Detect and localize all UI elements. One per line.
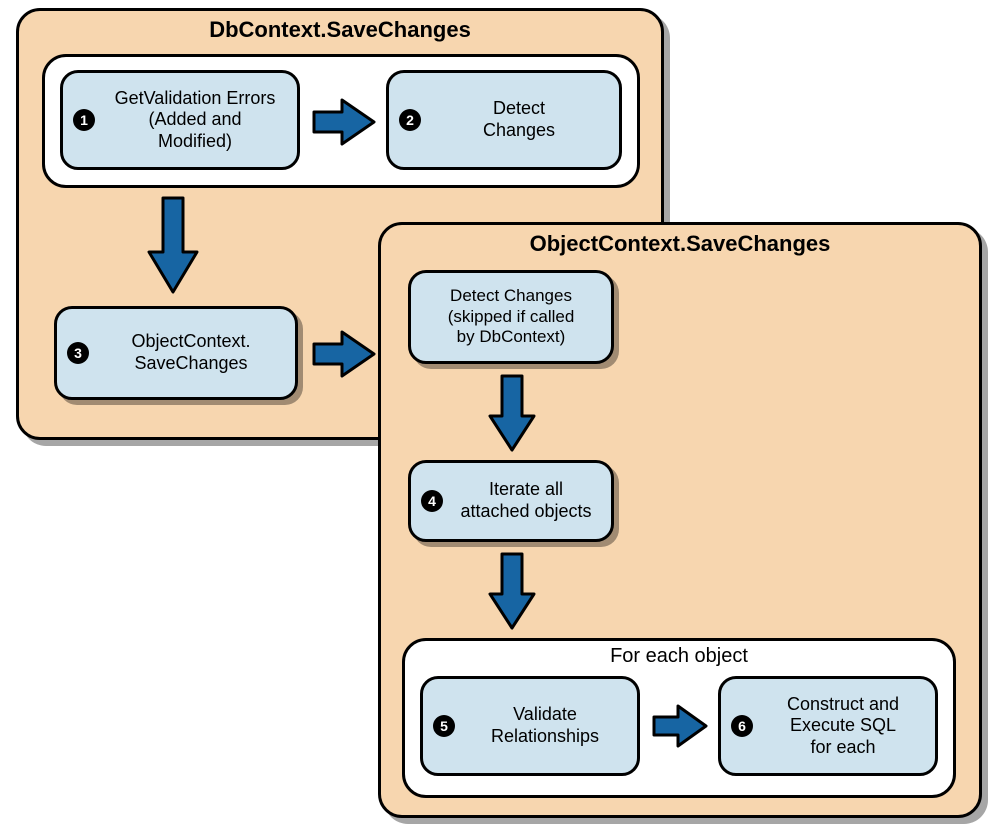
step-2-detectchanges: 2 Detect Changes [386, 70, 622, 170]
step-4-text: Iterate all attached objects [451, 473, 611, 528]
step-1-badge: 1 [73, 109, 95, 131]
step-1-getvalidationerrors: 1 GetValidation Errors (Added and Modifi… [60, 70, 300, 170]
step-6-badge: 6 [731, 715, 753, 737]
arrow-right-icon [652, 704, 708, 748]
step-4-iterate-attached: 4 Iterate all attached objects [408, 460, 614, 542]
arrow-right-icon [312, 98, 376, 146]
arrow-down-icon [488, 552, 536, 630]
panel-dbcontext-title: DbContext.SaveChanges [19, 11, 661, 43]
step-4-badge: 4 [421, 490, 443, 512]
step-5-badge: 5 [433, 715, 455, 737]
step-5-validate-relationships: 5 Validate Relationships [420, 676, 640, 776]
panel-objectcontext-title: ObjectContext.SaveChanges [381, 225, 979, 257]
step-2-badge: 2 [399, 109, 421, 131]
step-2-text: Detect Changes [429, 92, 619, 147]
step-6-construct-execute-sql: 6 Construct and Execute SQL for each [718, 676, 938, 776]
arrow-down-icon [488, 374, 536, 452]
step-3-objectcontext-savechanges: 3 ObjectContext. SaveChanges [54, 306, 298, 400]
diagram-canvas: DbContext.SaveChanges 1 GetValidation Er… [0, 0, 1000, 829]
arrow-down-icon [147, 196, 199, 294]
step-3-badge: 3 [67, 342, 89, 364]
step-6-text: Construct and Execute SQL for each [761, 688, 935, 765]
step-detectchanges-skipped-text: Detect Changes (skipped if called by DbC… [411, 280, 611, 353]
step-5-text: Validate Relationships [463, 698, 637, 753]
step-3-text: ObjectContext. SaveChanges [97, 325, 295, 380]
arrow-right-icon [312, 330, 376, 378]
step-detectchanges-skipped: Detect Changes (skipped if called by DbC… [408, 270, 614, 364]
step-1-text: GetValidation Errors (Added and Modified… [103, 82, 297, 159]
whitebox-foreach-title: For each object [405, 641, 953, 668]
